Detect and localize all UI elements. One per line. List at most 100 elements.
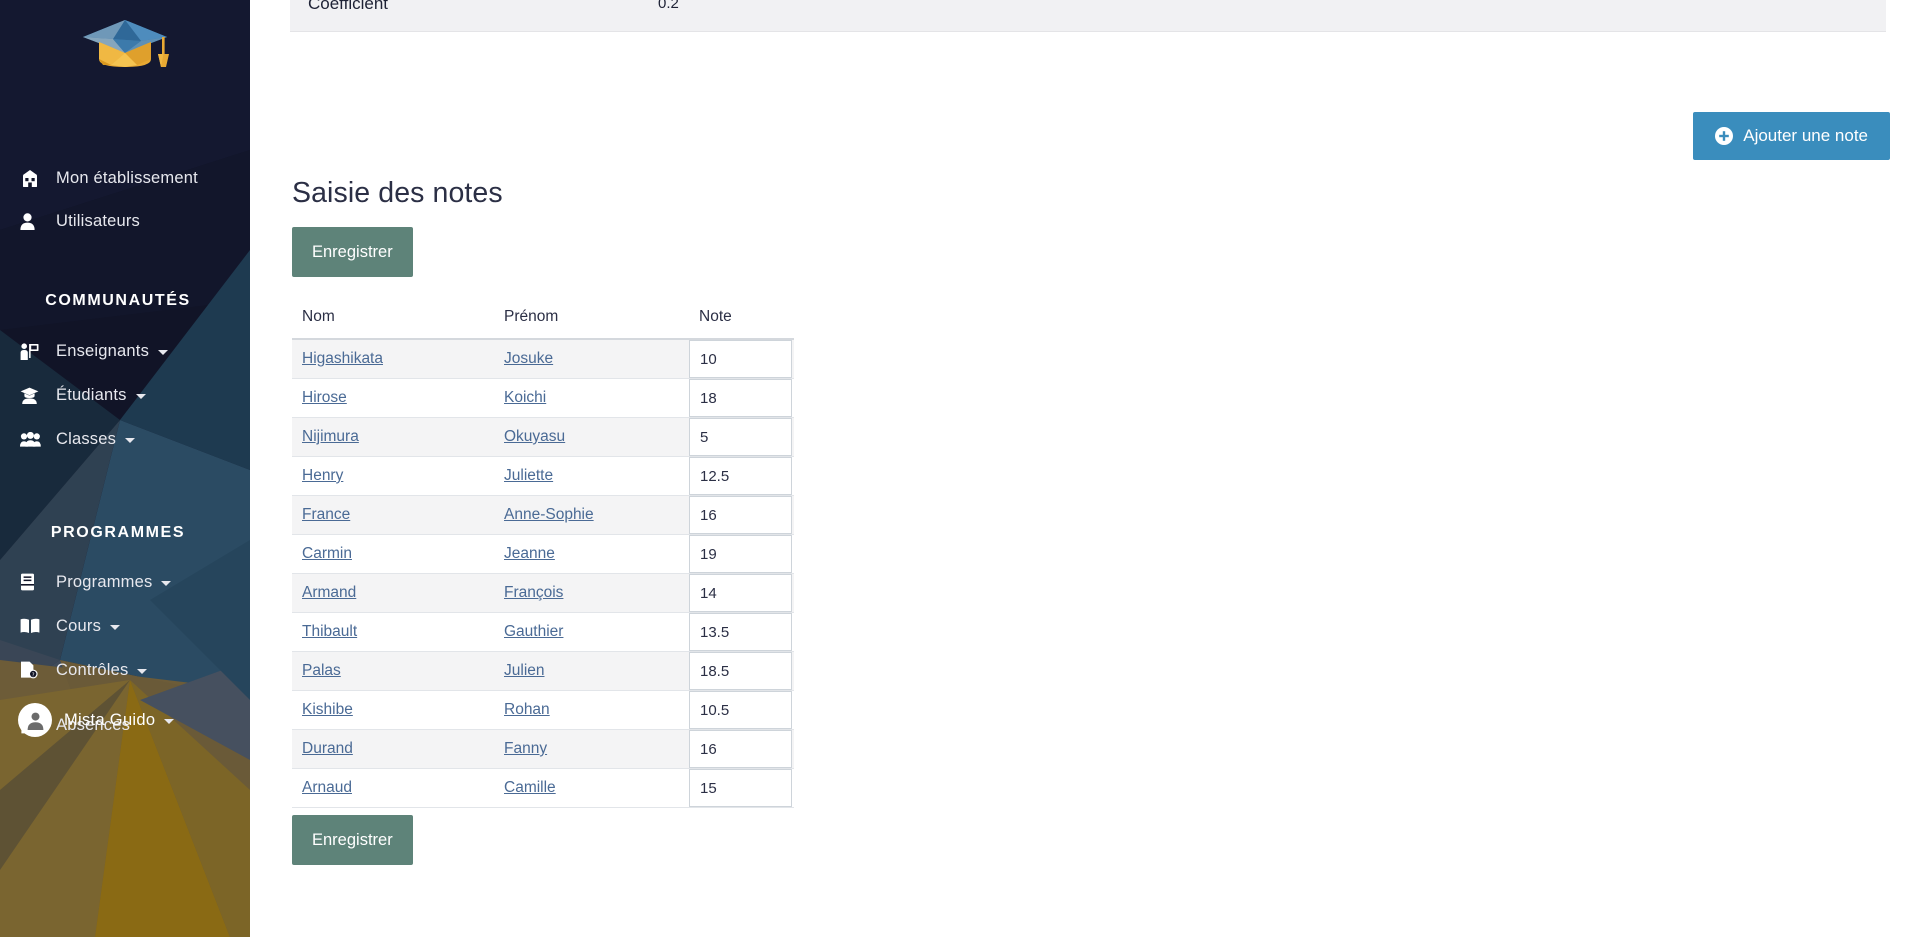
sidebar-section-programmes: PROGRAMMES [50, 524, 186, 541]
chevron-down-icon [161, 580, 172, 586]
note-input[interactable] [689, 613, 792, 651]
cell-prenom: Jeanne [494, 534, 689, 574]
user-graduate-icon [20, 385, 46, 405]
cell-nom: Durand [292, 729, 494, 769]
cell-prenom: Julien [494, 651, 689, 691]
student-nom-link[interactable]: Hirose [302, 389, 347, 406]
school-building-icon [20, 168, 46, 188]
table-row: Henry Juliette [292, 456, 794, 496]
cell-nom: Henry [292, 456, 494, 496]
coefficient-value: 0.2 [658, 0, 679, 12]
student-prenom-link[interactable]: Jeanne [504, 545, 555, 562]
cell-nom: Nijimura [292, 417, 494, 457]
student-nom-link[interactable]: Armand [302, 584, 356, 601]
notes-table-body: Higashikata Josuke Hirose Koichi Nijimura Oku… [292, 339, 794, 808]
note-input[interactable] [689, 457, 792, 495]
sidebar-item-programmes[interactable]: Programmes [0, 562, 250, 602]
save-button-top[interactable]: Enregistrer [292, 227, 413, 277]
cell-note [689, 339, 794, 379]
student-prenom-link[interactable]: François [504, 584, 563, 601]
student-prenom-link[interactable]: Rohan [504, 701, 550, 718]
student-prenom-link[interactable]: Josuke [504, 350, 553, 367]
student-prenom-link[interactable]: Okuyasu [504, 428, 565, 445]
cell-prenom: Camille [494, 768, 689, 808]
table-header-row: Nom Prénom Note [292, 300, 794, 340]
student-prenom-link[interactable]: Juliette [504, 467, 553, 484]
sidebar-username: Mista Guido [64, 710, 156, 729]
student-nom-link[interactable]: Kishibe [302, 701, 353, 718]
student-nom-link[interactable]: Thibault [302, 623, 357, 640]
cell-prenom: Koichi [494, 378, 689, 418]
student-prenom-link[interactable]: Anne-Sophie [504, 506, 594, 523]
sidebar-item-controles[interactable]: ? Contrôles [0, 650, 250, 690]
sidebar-item-mon-etablissement[interactable]: Mon établissement [0, 158, 250, 198]
cell-nom: France [292, 495, 494, 535]
cell-prenom: Gauthier [494, 612, 689, 652]
user-icon [20, 211, 46, 231]
sidebar-item-label: Mon établissement [56, 168, 198, 187]
student-nom-link[interactable]: Palas [302, 662, 341, 679]
notes-table: Nom Prénom Note Higashikata Josuke Hirose K… [292, 300, 794, 808]
cell-note [689, 612, 794, 652]
cell-note [689, 573, 794, 613]
coefficient-label: Coefficient [308, 0, 389, 13]
table-row: France Anne-Sophie [292, 495, 794, 535]
cell-note [689, 456, 794, 496]
student-nom-link[interactable]: France [302, 506, 350, 523]
note-input[interactable] [689, 418, 792, 456]
note-input[interactable] [689, 496, 792, 534]
main-content: Coefficient 0.2 Ajouter une note Saisie … [250, 0, 1920, 937]
chevron-down-icon [135, 393, 146, 399]
student-nom-link[interactable]: Carmin [302, 545, 352, 562]
avatar [18, 703, 52, 737]
student-prenom-link[interactable]: Fanny [504, 740, 547, 757]
graduation-cap-icon [83, 20, 169, 67]
cell-prenom: Juliette [494, 456, 689, 496]
student-prenom-link[interactable]: Koichi [504, 389, 546, 406]
table-row: Hirose Koichi [292, 378, 794, 418]
chalkboard-teacher-icon [20, 341, 46, 361]
sidebar-item-label: Utilisateurs [56, 211, 141, 230]
note-input[interactable] [689, 574, 792, 612]
sidebar-item-classes[interactable]: Classes [0, 419, 250, 459]
svg-text:?: ? [32, 672, 35, 678]
note-input[interactable] [689, 340, 792, 378]
sidebar-item-etudiants[interactable]: Étudiants [0, 375, 250, 415]
student-nom-link[interactable]: Henry [302, 467, 343, 484]
cell-nom: Armand [292, 573, 494, 613]
sidebar-item-cours[interactable]: Cours [0, 606, 250, 646]
chevron-down-icon [110, 624, 121, 630]
column-header-nom: Nom [292, 300, 494, 340]
cell-note [689, 768, 794, 808]
cell-nom: Carmin [292, 534, 494, 574]
note-input[interactable] [689, 730, 792, 768]
add-note-button[interactable]: Ajouter une note [1693, 112, 1890, 160]
chevron-down-icon [158, 349, 169, 355]
note-input[interactable] [689, 535, 792, 573]
open-book-icon [20, 616, 46, 636]
student-nom-link[interactable]: Durand [302, 740, 353, 757]
student-nom-link[interactable]: Nijimura [302, 428, 359, 445]
note-input[interactable] [689, 379, 792, 417]
save-button-bottom[interactable]: Enregistrer [292, 815, 413, 865]
student-nom-link[interactable]: Higashikata [302, 350, 383, 367]
coefficient-row: Coefficient 0.2 [290, 0, 1886, 32]
cell-nom: Thibault [292, 612, 494, 652]
cell-note [689, 534, 794, 574]
users-icon [20, 429, 46, 449]
sidebar-user-menu[interactable]: Mista Guido [18, 703, 175, 737]
table-row: Carmin Jeanne [292, 534, 794, 574]
cell-prenom: Okuyasu [494, 417, 689, 457]
student-prenom-link[interactable]: Gauthier [504, 623, 563, 640]
note-input[interactable] [689, 652, 792, 690]
note-input[interactable] [689, 769, 792, 807]
cell-note [689, 417, 794, 457]
sidebar-item-label: Enseignants [56, 341, 150, 360]
student-nom-link[interactable]: Arnaud [302, 779, 352, 796]
graduation-cap-logo[interactable] [0, 8, 250, 84]
note-input[interactable] [689, 691, 792, 729]
sidebar-item-enseignants[interactable]: Enseignants [0, 331, 250, 371]
sidebar-item-utilisateurs[interactable]: Utilisateurs [0, 201, 250, 241]
student-prenom-link[interactable]: Julien [504, 662, 545, 679]
student-prenom-link[interactable]: Camille [504, 779, 556, 796]
